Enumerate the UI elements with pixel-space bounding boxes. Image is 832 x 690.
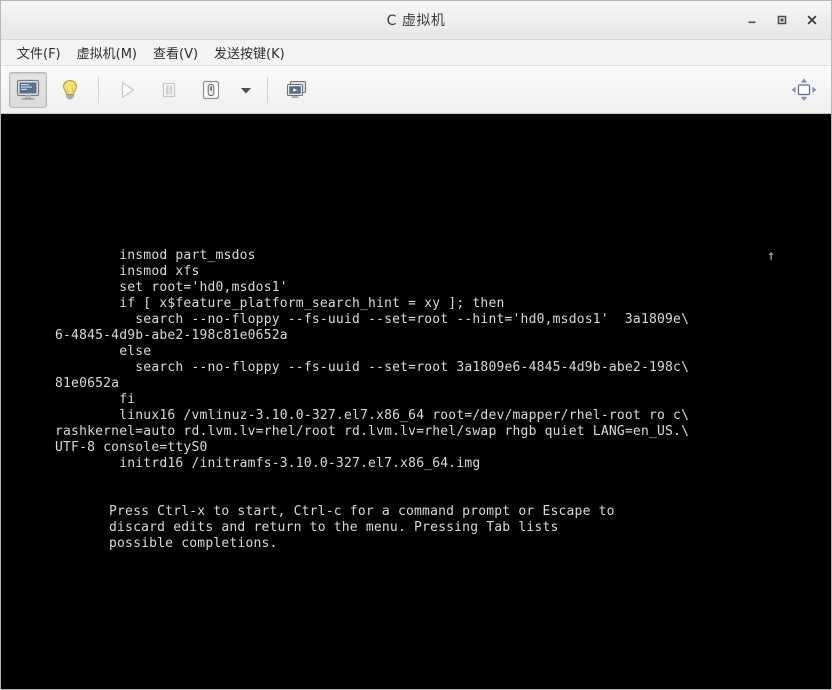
chevron-down-icon — [241, 87, 251, 93]
scroll-up-indicator-icon[interactable]: ↑ — [767, 248, 775, 264]
pause-icon — [162, 82, 176, 97]
minimize-button[interactable] — [737, 5, 767, 35]
toolbar-separator-2 — [267, 76, 268, 103]
minimize-icon — [748, 21, 756, 24]
shutdown-button[interactable] — [192, 72, 230, 108]
virt-manager-window: C 虚拟机 文件(F) 虚拟机(M) 查看(V) 发送按键(K) insmod … — [0, 0, 832, 690]
power-icon — [202, 80, 220, 99]
maximize-icon — [777, 15, 787, 25]
toolbar — [1, 66, 831, 114]
close-button[interactable] — [797, 5, 827, 35]
toolbar-separator-1 — [98, 76, 99, 103]
window-title: C 虚拟机 — [386, 13, 446, 29]
run-button[interactable] — [108, 72, 146, 108]
show-details-button[interactable] — [51, 72, 89, 108]
menu-virtual-machine[interactable]: 虚拟机(M) — [69, 41, 145, 64]
shutdown-menu-button[interactable] — [234, 72, 258, 108]
snapshots-button[interactable] — [277, 72, 315, 108]
window-controls — [737, 1, 827, 39]
monitor-icon — [16, 79, 40, 100]
menubar: 文件(F) 虚拟机(M) 查看(V) 发送按键(K) — [1, 40, 831, 66]
maximize-button[interactable] — [767, 5, 797, 35]
menu-send-key[interactable]: 发送按键(K) — [206, 41, 293, 64]
console-screen: insmod part_msdos insmod xfs set root='h… — [1, 115, 831, 689]
vm-console[interactable]: insmod part_msdos insmod xfs set root='h… — [1, 114, 831, 689]
titlebar: C 虚拟机 — [1, 1, 831, 40]
grub-help-text: Press Ctrl-x to start, Ctrl-c for a comm… — [109, 504, 615, 551]
fullscreen-button[interactable] — [785, 72, 823, 108]
screens-icon — [286, 80, 307, 98]
menu-file[interactable]: 文件(F) — [9, 41, 69, 64]
play-icon — [121, 81, 135, 98]
close-icon — [807, 15, 817, 25]
grub-edit-text: insmod part_msdos insmod xfs set root='h… — [55, 248, 690, 471]
resize-to-vm-icon — [791, 78, 817, 101]
lightbulb-icon — [63, 79, 77, 99]
menu-view[interactable]: 查看(V) — [145, 41, 206, 64]
console-view-button[interactable] — [9, 71, 47, 108]
pause-button[interactable] — [150, 72, 188, 108]
